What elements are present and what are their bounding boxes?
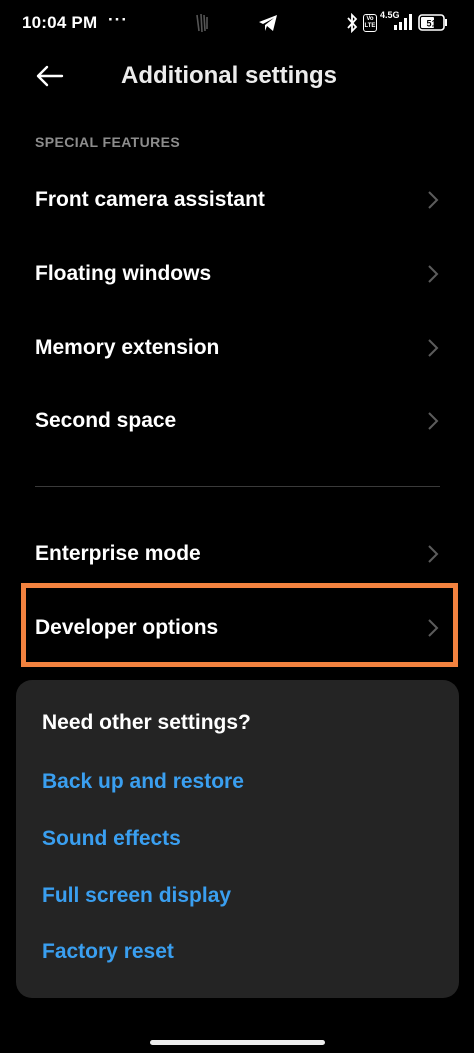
notification-app-icon: [196, 13, 208, 33]
signal-icon: [394, 14, 412, 30]
link-full-screen-display[interactable]: Full screen display: [42, 884, 231, 908]
page-title: Additional settings: [121, 62, 337, 89]
chevron-right-icon: [428, 339, 439, 357]
link-factory-reset[interactable]: Factory reset: [42, 940, 174, 964]
home-indicator[interactable]: [150, 1040, 325, 1045]
chevron-right-icon: [428, 191, 439, 209]
volte-icon: Vo LTE: [363, 14, 377, 32]
screen: 10:04 PM ··· Vo LTE 4.5G 51 Additional s…: [0, 0, 474, 1053]
menu-item-label: Second space: [35, 409, 177, 432]
suggestions-card: Need other settings? Back up and restore…: [16, 680, 459, 998]
status-bar: 10:04 PM ··· Vo LTE 4.5G 51: [0, 0, 474, 48]
menu-item-front-camera-assistant[interactable]: Front camera assistant: [0, 165, 474, 235]
chevron-right-icon: [428, 412, 439, 430]
menu-item-second-space[interactable]: Second space: [0, 386, 474, 456]
chevron-right-icon: [428, 265, 439, 283]
highlight-box: [21, 583, 458, 667]
menu-item-enterprise-mode[interactable]: Enterprise mode: [0, 519, 474, 589]
menu-item-label: Floating windows: [35, 262, 212, 285]
menu-item-label: Front camera assistant: [35, 188, 265, 211]
card-title: Need other settings?: [42, 711, 251, 734]
link-back-up-and-restore[interactable]: Back up and restore: [42, 770, 244, 794]
menu-item-label: Memory extension: [35, 336, 220, 359]
bluetooth-icon: [347, 13, 358, 33]
chevron-right-icon: [428, 545, 439, 563]
more-notifications-icon: ···: [108, 10, 128, 29]
menu-item-floating-windows[interactable]: Floating windows: [0, 239, 474, 309]
status-time: 10:04 PM: [22, 13, 98, 32]
menu-item-memory-extension[interactable]: Memory extension: [0, 313, 474, 383]
section-header: SPECIAL FEATURES: [35, 134, 181, 150]
battery-level: 51: [426, 19, 436, 29]
menu-item-label: Enterprise mode: [35, 542, 201, 565]
battery-shape: 51: [418, 14, 447, 31]
back-arrow-icon[interactable]: [34, 63, 64, 89]
link-sound-effects[interactable]: Sound effects: [42, 827, 181, 851]
section-divider: [35, 486, 440, 487]
battery-icon: 51: [418, 14, 448, 31]
telegram-icon: [259, 15, 277, 31]
